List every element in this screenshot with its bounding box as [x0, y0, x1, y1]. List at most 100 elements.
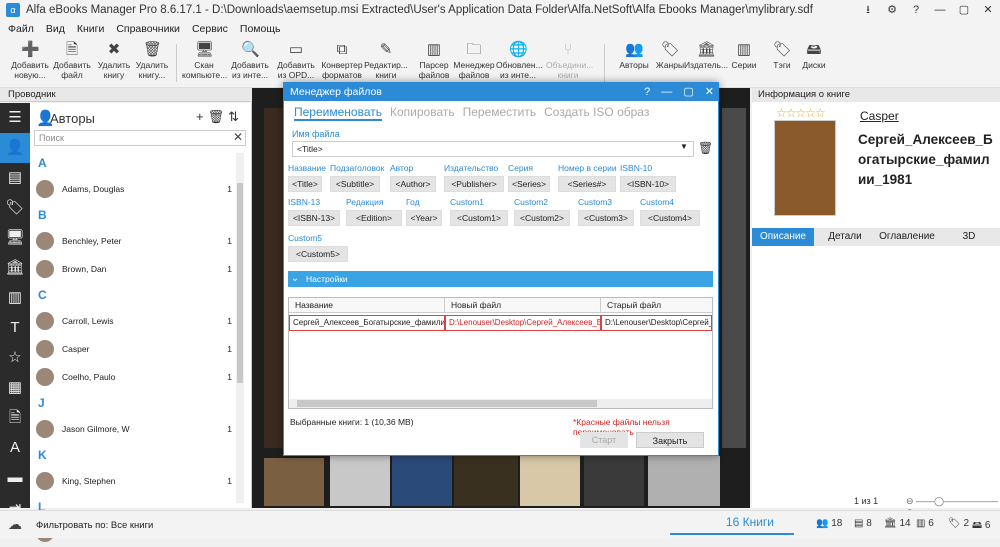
info-tab[interactable]: Оглавление: [876, 228, 938, 246]
close-button[interactable]: ✕: [976, 0, 1000, 20]
grid-scrollbar[interactable]: [289, 399, 712, 408]
pager[interactable]: 1 из 1: [854, 496, 878, 506]
toolbar-button[interactable]: ⧉ Конвертер форматов: [320, 40, 364, 81]
gear-icon[interactable]: ⚙: [880, 0, 904, 20]
book-cover[interactable]: [392, 456, 452, 506]
template-button[interactable]: <ISBN-13>: [288, 210, 340, 226]
language-nav-icon[interactable]: A: [0, 433, 30, 463]
menu-item[interactable]: Сервис: [192, 23, 228, 35]
close-dialog-button[interactable]: Закрыть: [636, 432, 704, 448]
trash-icon[interactable]: 🗑: [698, 141, 713, 155]
dialog-tab[interactable]: Переименовать: [294, 105, 382, 121]
template-button[interactable]: <Custom2>: [514, 210, 570, 226]
grid-header-title[interactable]: Название: [289, 298, 445, 313]
book-author-link[interactable]: Casper: [860, 109, 899, 123]
list-item[interactable]: King, Stephen 1: [34, 467, 234, 495]
book-cover[interactable]: [520, 456, 580, 506]
template-button[interactable]: <Custom1>: [450, 210, 508, 226]
menu-icon[interactable]: ☰: [0, 103, 30, 133]
expand-icon[interactable]: ⌄: [288, 271, 302, 287]
menu-item[interactable]: Справочники: [116, 23, 180, 35]
template-button[interactable]: <Title>: [288, 176, 322, 192]
authors-nav-icon[interactable]: 👤: [0, 133, 30, 163]
book-cover[interactable]: [264, 458, 324, 506]
template-button[interactable]: <ISBN-10>: [620, 176, 676, 192]
template-button[interactable]: <Edition>: [346, 210, 402, 226]
download-icon[interactable]: ⭳: [856, 0, 880, 20]
toolbar-button[interactable]: ▭ Добавить из OPD...: [274, 40, 318, 81]
toolbar-button[interactable]: 🗀 Менеджер файлов: [452, 40, 496, 81]
series-nav-icon[interactable]: ▥: [0, 283, 30, 313]
dialog-tab[interactable]: Копировать: [390, 105, 455, 121]
template-button[interactable]: <Custom3>: [578, 210, 634, 226]
toolbar-button[interactable]: ➕ Добавить новую...: [8, 40, 52, 81]
template-button[interactable]: <Publisher>: [444, 176, 504, 192]
toolbar-button[interactable]: 🗑 Удалить книгу...: [130, 40, 174, 81]
book-cover[interactable]: [454, 456, 518, 506]
grid-cell-old[interactable]: D:\Lenouser\Desktop\Сергей_Ал...: [601, 315, 712, 331]
toolbar-button[interactable]: 🖴 Диски: [792, 40, 836, 71]
list-item[interactable]: Benchley, Peter 1: [34, 227, 234, 255]
book-cover[interactable]: [330, 456, 390, 506]
toolbar-button[interactable]: 🖥 Скан компьюте...: [182, 40, 227, 81]
help-icon[interactable]: ?: [904, 0, 928, 20]
filter-label[interactable]: Фильтровать по: Все книги: [36, 520, 153, 531]
list-item[interactable]: Carroll, Lewis 1: [34, 307, 234, 335]
grid-cell-new[interactable]: D:\Lenouser\Desktop\Сергей_Алексеев_Б...: [445, 315, 601, 331]
status-disks[interactable]: 🖴 6: [972, 518, 990, 535]
info-tab[interactable]: 3D: [938, 228, 1000, 246]
template-button[interactable]: <Custom5>: [288, 246, 348, 262]
shelf-nav-icon[interactable]: ▤: [0, 163, 30, 193]
tag-nav-icon[interactable]: 🏷: [0, 193, 30, 223]
toolbar-button[interactable]: ✎ Редактир... книги: [364, 40, 408, 81]
publisher-nav-icon[interactable]: 🏛: [0, 253, 30, 283]
dialog-tab[interactable]: Переместить: [463, 105, 537, 121]
list-item[interactable]: Adams, Douglas 1: [34, 175, 234, 203]
format-nav-icon[interactable]: ▬: [0, 463, 30, 493]
template-button[interactable]: <Series>: [508, 176, 550, 192]
template-button[interactable]: <Series#>: [558, 176, 616, 192]
menu-item[interactable]: Помощь: [240, 23, 281, 35]
status-publishers[interactable]: 🏛 14: [884, 518, 911, 529]
template-button[interactable]: <Year>: [406, 210, 442, 226]
toolbar-button[interactable]: 🗎 Добавить файл: [50, 40, 94, 81]
toolbar-button[interactable]: ⑂ Объедини... книги: [546, 40, 593, 81]
info-tab[interactable]: Детали: [814, 228, 876, 246]
cloud-icon[interactable]: ☁: [8, 516, 22, 533]
chevron-down-icon[interactable]: ▼: [680, 142, 688, 151]
minimize-button[interactable]: —: [928, 0, 952, 20]
list-item[interactable]: Jason Gilmore, W 1: [34, 415, 234, 443]
book-cover[interactable]: [648, 456, 720, 506]
book-cover[interactable]: [722, 108, 746, 448]
toolbar-button[interactable]: 🔍 Добавить из инте...: [228, 40, 272, 81]
rating-stars[interactable]: ☆☆☆☆☆: [776, 106, 826, 120]
authors-tools[interactable]: +🗑⇅: [196, 109, 243, 125]
status-authors[interactable]: 👥 18: [816, 518, 842, 529]
authors-scrollbar[interactable]: [236, 153, 244, 503]
status-files[interactable]: ▥ 6: [916, 518, 934, 529]
status-tags[interactable]: 🏷 2: [948, 518, 969, 529]
grid-header-new[interactable]: Новый файл: [445, 298, 601, 313]
calendar-nav-icon[interactable]: ▦: [0, 373, 30, 403]
file-nav-icon[interactable]: 🗎: [0, 403, 30, 433]
maximize-button[interactable]: ▢: [952, 0, 976, 20]
toolbar-button[interactable]: 🌐 Обновлен... из инте...: [496, 40, 543, 81]
grid-cell-title[interactable]: Сергей_Алексеев_Богатырские_фамилии_1981: [289, 315, 445, 331]
info-tab[interactable]: Описание: [752, 228, 814, 246]
template-button[interactable]: <Author>: [390, 176, 436, 192]
start-button[interactable]: Старт: [580, 432, 628, 448]
monitor-nav-icon[interactable]: 🖥: [0, 223, 30, 253]
list-item[interactable]: Coelho, Paulo 1: [34, 363, 234, 391]
file-name-input[interactable]: <Title>: [292, 141, 694, 157]
menu-item[interactable]: Книги: [77, 23, 104, 35]
settings-section[interactable]: Настройки: [288, 271, 713, 287]
toolbar-button[interactable]: ▥ Парсер файлов: [412, 40, 456, 81]
star-nav-icon[interactable]: ☆: [0, 343, 30, 373]
template-button[interactable]: <Subtitle>: [330, 176, 380, 192]
dialog-window-controls[interactable]: ? — ▢ ✕: [644, 83, 714, 101]
list-item[interactable]: Casper 1: [34, 335, 234, 363]
status-series[interactable]: ▤ 8: [854, 518, 872, 529]
template-button[interactable]: <Custom4>: [640, 210, 700, 226]
list-item[interactable]: Brown, Dan 1: [34, 255, 234, 283]
search-input[interactable]: Поиск: [34, 130, 246, 146]
